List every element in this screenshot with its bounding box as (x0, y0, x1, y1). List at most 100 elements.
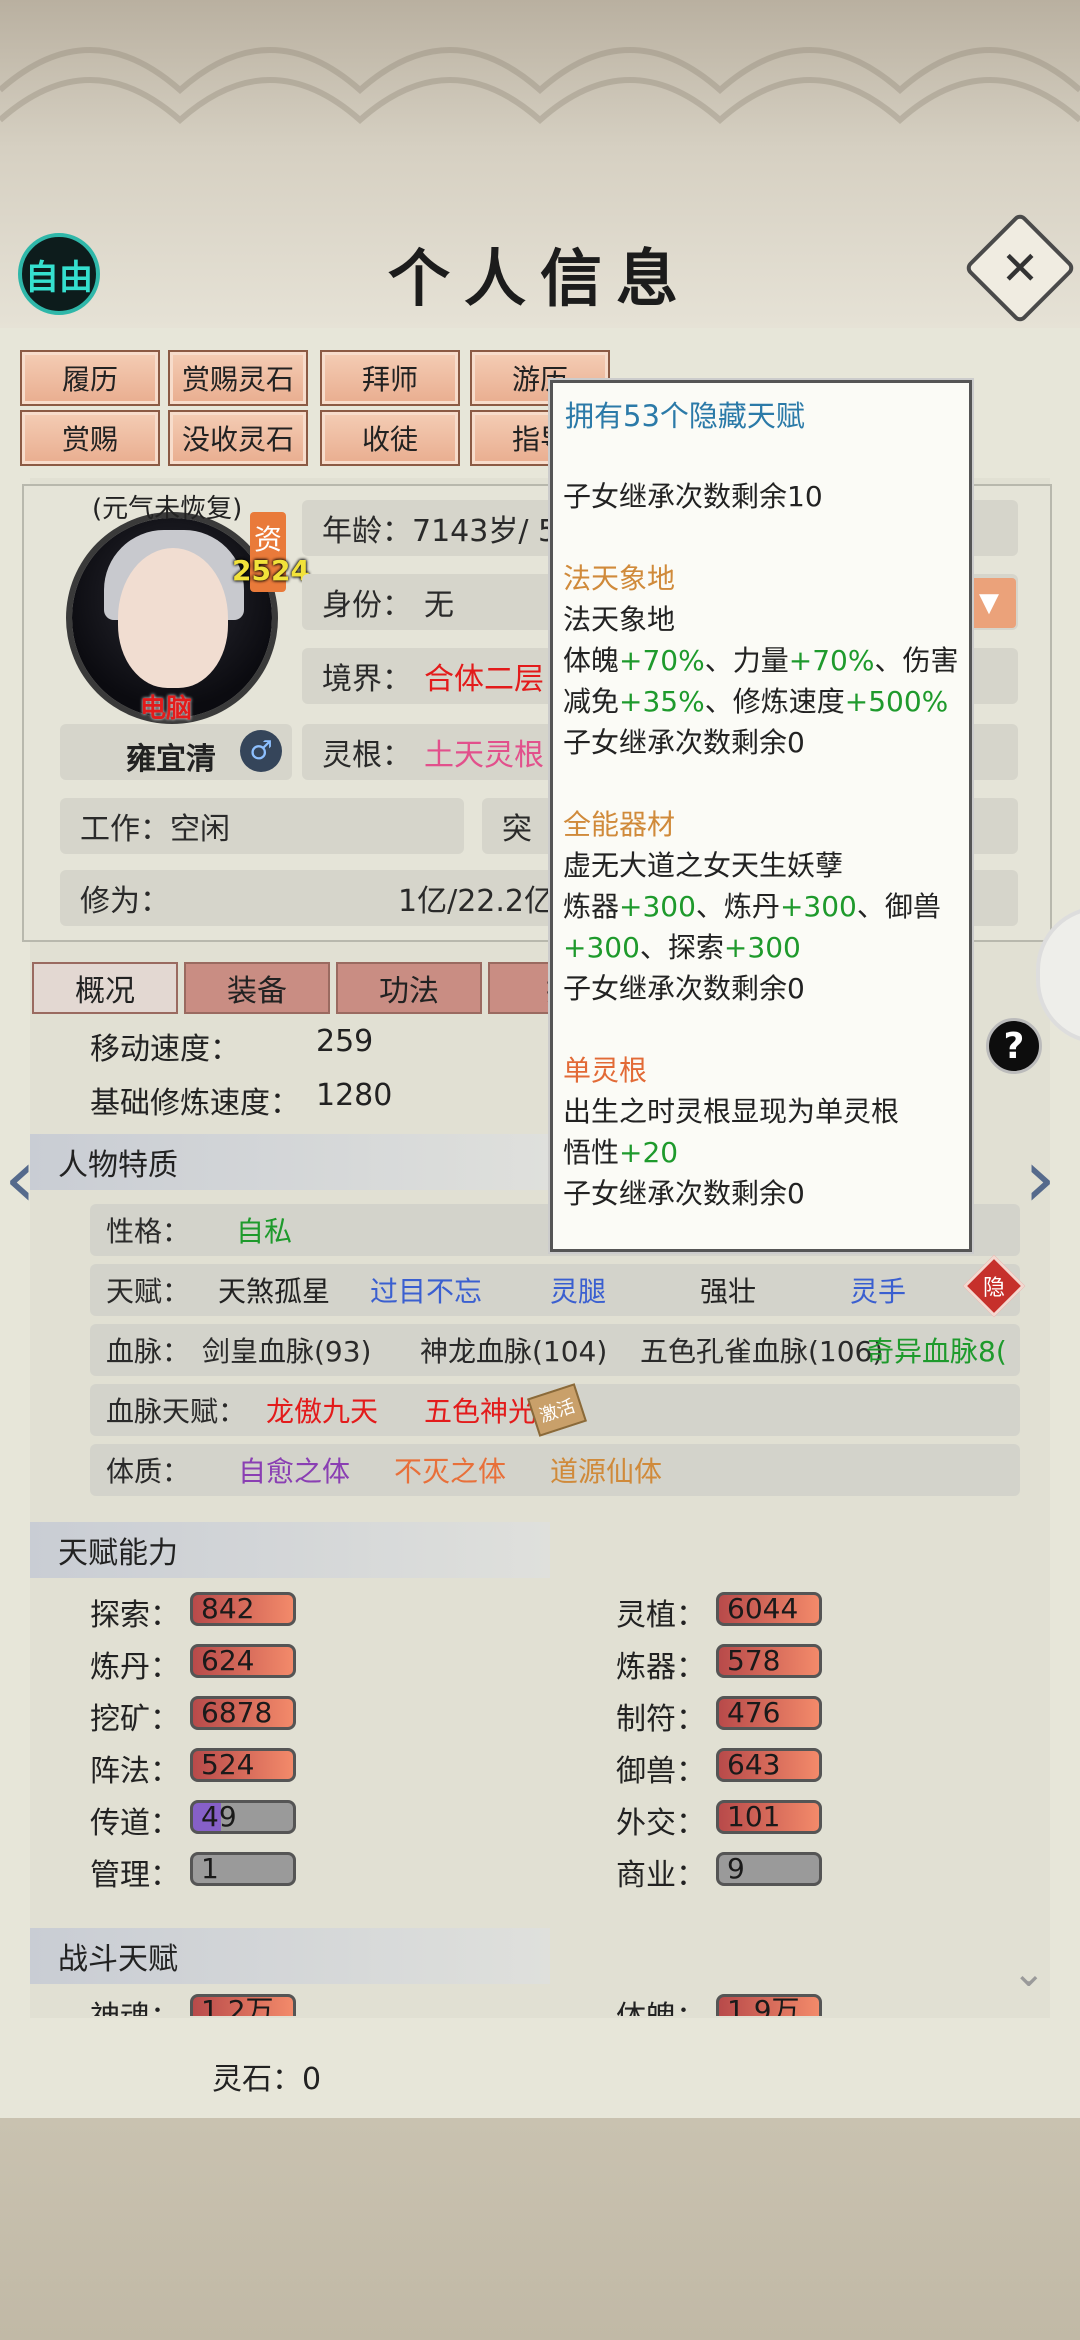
help-button[interactable]: ? (986, 1018, 1042, 1074)
tab-techniques[interactable]: 功法 (336, 962, 482, 1014)
popup-text: 体魄 (563, 644, 620, 677)
popup-text: 、修炼速度 (704, 685, 845, 718)
popup-text: 减免 (563, 685, 620, 718)
popup-line: +300、探索+300 (563, 926, 801, 966)
physique-label: 体质： (106, 1455, 191, 1488)
cloud-pattern (0, 47, 1080, 125)
base-cultivation-label: 基础修炼速度： (90, 1086, 300, 1121)
popup-line: 虚无大道之女天生妖孽 (563, 849, 844, 882)
scroll-down-icon[interactable]: ⌄ (1012, 1950, 1046, 1996)
activate-stamp-icon: 激活 (527, 1383, 587, 1437)
ability-label: 传道： (90, 1806, 180, 1841)
popup-line: 子女继承次数剩余10 (563, 480, 823, 513)
popup-text: 、力量 (704, 644, 789, 677)
close-icon: ✕ (1000, 241, 1040, 295)
identity-label: 身份： (322, 588, 412, 623)
talent-item[interactable]: 天煞孤星 (218, 1270, 330, 1310)
physique-item[interactable]: 不灭之体 (394, 1450, 506, 1490)
breakthrough-text: 突 (502, 812, 532, 847)
tab-overview[interactable]: 概况 (32, 962, 178, 1014)
popup-line: 子女继承次数剩余0 (563, 972, 805, 1005)
traits-section-header: 人物特质 (30, 1134, 550, 1190)
root-value: 土天灵根 (424, 738, 544, 773)
popup-line: 悟性+20 (563, 1131, 678, 1171)
bloodline-item[interactable]: 五色孔雀血脉(106) (640, 1330, 883, 1370)
talent-item[interactable]: 灵手 (850, 1270, 906, 1310)
ability-label: 灵植： (616, 1598, 706, 1633)
bloodline-talent-label: 血脉天赋： (106, 1395, 247, 1428)
talent-row: 天赋： 天煞孤星 过目不忘 灵腿 强壮 灵手 (90, 1264, 1020, 1316)
abilities-section-title: 天赋能力 (58, 1536, 178, 1571)
root-label: 灵根： (322, 738, 412, 773)
bloodline-talent-item[interactable]: 龙傲九天 (266, 1390, 378, 1430)
reward-stones-button[interactable]: 赏赐灵石 (168, 350, 308, 406)
popup-bonus: +300 (779, 890, 857, 923)
status-label: (元气未恢复) (92, 494, 243, 524)
ability-label: 阵法： (90, 1754, 180, 1789)
bloodline-row: 血脉： 剑皇血脉(93) 神龙血脉(104) 五色孔雀血脉(106) 奇异血脉8… (90, 1324, 1020, 1376)
ability-label: 探索： (90, 1598, 180, 1633)
popup-bonus: +500% (844, 685, 949, 718)
talent-item[interactable]: 过目不忘 (370, 1270, 482, 1310)
next-arrow-icon[interactable]: › (1024, 1132, 1056, 1225)
cultivation-value: 1亿/22.2亿 (398, 884, 554, 919)
bloodline-item[interactable]: 神龙血脉(104) (420, 1330, 607, 1370)
ability-label: 炼器： (616, 1650, 706, 1685)
popup-title: 拥有53个隐藏天赋 (565, 399, 805, 433)
popup-bonus: +70% (788, 644, 875, 677)
popup-talent-name: 法天象地 (563, 562, 676, 595)
popup-bonus: +300 (723, 931, 801, 964)
spirit-stones: 灵石：0 (212, 2062, 322, 2097)
physique-item[interactable]: 道源仙体 (550, 1450, 662, 1490)
history-button[interactable]: 履历 (20, 350, 160, 406)
confiscate-stones-button[interactable]: 没收灵石 (168, 410, 308, 466)
character-name[interactable]: 雍宜清 (126, 734, 216, 778)
hidden-talents-popup[interactable]: 拥有53个隐藏天赋 子女继承次数剩余10 法天象地 法天象地 体魄+70%、力量… (550, 380, 972, 1252)
popup-bonus: +20 (619, 1136, 679, 1169)
bloodline-label: 血脉： (106, 1335, 191, 1368)
ability-bar: 842 (190, 1592, 296, 1626)
physique-row: 体质： 自愈之体 不灭之体 道源仙体 (90, 1444, 1020, 1496)
realm-value: 合体二层 (424, 662, 544, 697)
bloodline-item[interactable]: 奇异血脉8( (866, 1330, 1014, 1370)
ability-label: 御兽： (616, 1754, 706, 1789)
ability-label: 制符： (616, 1702, 706, 1737)
talent-label: 天赋： (106, 1275, 191, 1308)
combat-label: 体魄： (616, 1992, 706, 2016)
bloodline-item[interactable]: 剑皇血脉(93) (202, 1330, 371, 1370)
ability-label: 商业： (616, 1858, 706, 1893)
traits-section-title: 人物特质 (58, 1148, 178, 1183)
combat-section-header: 战斗天赋 (30, 1928, 550, 1984)
popup-text: 悟性 (563, 1136, 620, 1169)
popup-line: 炼器+300、炼丹+300、御兽 (563, 885, 941, 925)
bottom-background (0, 2118, 1080, 2340)
ability-label: 炼丹： (90, 1650, 180, 1685)
physique-item[interactable]: 自愈之体 (238, 1450, 350, 1490)
job-text: 工作：空闲 (80, 812, 230, 847)
hidden-talent-text: 隐 (982, 1276, 1005, 1301)
popup-line: 体魄+70%、力量+70%、伤害 (563, 639, 958, 679)
tab-equipment[interactable]: 装备 (184, 962, 330, 1014)
popup-line: 减免+35%、修炼速度+500% (563, 680, 948, 720)
popup-bonus: +300 (563, 931, 640, 964)
popup-text: 、伤害 (874, 644, 959, 677)
ability-bar: 476 (716, 1696, 822, 1730)
take-disciple-button[interactable]: 收徒 (320, 410, 460, 466)
ability-bar: 49 (190, 1800, 296, 1834)
talent-item[interactable]: 强壮 (700, 1270, 756, 1310)
popup-text: 炼器 (563, 890, 620, 923)
combat-section-title: 战斗天赋 (58, 1942, 178, 1977)
ability-label: 挖矿： (90, 1702, 180, 1737)
page-title: 个人信息 (387, 242, 692, 315)
ability-bar: 578 (716, 1644, 822, 1678)
bloodline-talent-item[interactable]: 五色神光 (424, 1390, 536, 1430)
prev-arrow-icon[interactable]: ‹ (4, 1132, 36, 1225)
popup-line: 子女继承次数剩余0 (563, 726, 805, 759)
ability-label: 外交： (616, 1806, 706, 1841)
popup-talent-name: 单灵根 (563, 1054, 648, 1087)
combat-bar: 1.2万 (190, 1994, 296, 2016)
apprentice-button[interactable]: 拜师 (320, 350, 460, 406)
talent-item[interactable]: 灵腿 (550, 1270, 606, 1310)
ability-bar: 624 (190, 1644, 296, 1678)
reward-button[interactable]: 赏赐 (20, 410, 160, 466)
